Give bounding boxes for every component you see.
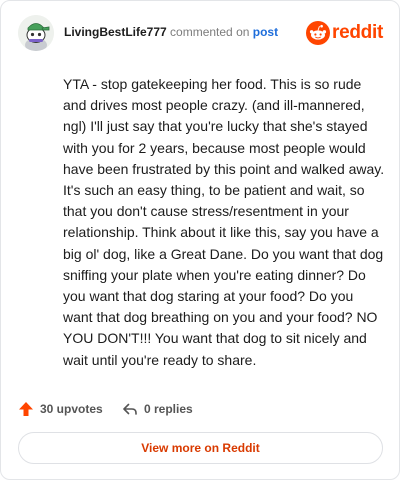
view-more-button[interactable]: View more on Reddit — [18, 432, 383, 464]
upvote-button[interactable]: 30 upvotes — [18, 398, 103, 420]
reddit-logo-icon — [306, 21, 330, 45]
upvote-arrow-icon — [19, 402, 33, 416]
username[interactable]: LivingBestLife777 — [64, 25, 167, 39]
reply-count: 0 replies — [144, 402, 193, 416]
commented-on-text: commented on — [166, 25, 253, 39]
reply-button[interactable]: 0 replies — [122, 398, 193, 420]
reply-arrow-icon — [123, 403, 137, 415]
reddit-comment-card: LivingBestLife777 commented on post redd… — [0, 0, 400, 480]
snoo-avatar-icon[interactable] — [18, 15, 54, 51]
comment-body: YTA - stop gatekeeping her food. This is… — [63, 76, 385, 368]
reddit-wordmark: reddit — [332, 22, 383, 43]
upvote-count: 30 upvotes — [40, 402, 103, 416]
reddit-logo[interactable]: reddit — [306, 21, 384, 45]
comment-header: LivingBestLife777 commented on post redd… — [18, 15, 384, 55]
comment-actions: 30 upvotes 0 replies — [18, 398, 378, 420]
comment-meta: LivingBestLife777 commented on post — [64, 25, 278, 39]
post-link[interactable]: post — [253, 25, 278, 39]
